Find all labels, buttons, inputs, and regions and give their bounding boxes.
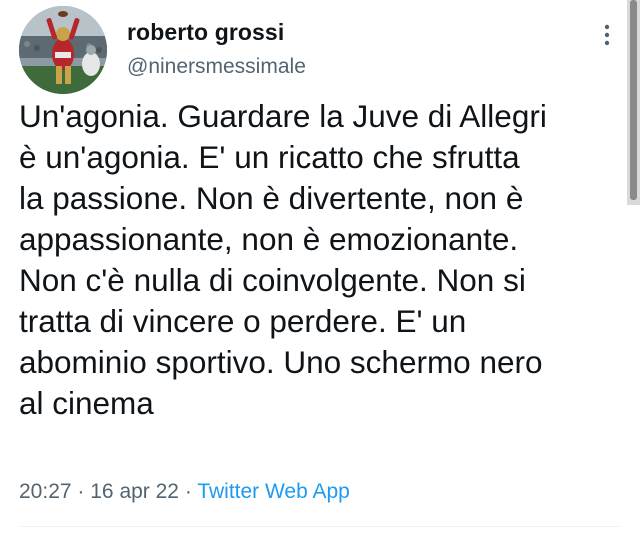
tweet-text-line: la passione. Non è divertente, non è	[19, 180, 524, 216]
avatar[interactable]	[19, 6, 107, 94]
tweet-text-line: Non c'è nulla di coinvolgente. Non si	[19, 262, 526, 298]
tweet-metadata: 20:27 · 16 apr 22 · Twitter Web App	[19, 480, 350, 504]
tweet-timestamp-date[interactable]: 16 apr 22	[90, 480, 179, 503]
tweet-timestamp-time[interactable]: 20:27	[19, 480, 72, 503]
scrollbar[interactable]	[627, 0, 640, 205]
tweet-source-link[interactable]: Twitter Web App	[197, 480, 350, 503]
meta-separator: ·	[184, 480, 192, 503]
football-player-avatar-icon	[19, 6, 107, 94]
meta-separator: ·	[77, 480, 85, 503]
tweet-text-line: è un'agonia. E' un ricatto che sfrutta	[19, 139, 520, 175]
tweet-text-line: tratta di vincere o perdere. E' un	[19, 303, 467, 339]
tweet-text-line: al cinema	[19, 385, 154, 421]
user-handle[interactable]: @ninersmessimale	[127, 55, 306, 79]
more-options-icon[interactable]	[598, 22, 616, 48]
tweet-text-line: appassionante, non è emozionante.	[19, 221, 519, 257]
display-name[interactable]: roberto grossi	[127, 19, 284, 46]
tweet-text: Un'agonia. Guardare la Juve di Allegri è…	[19, 96, 619, 424]
tweet-text-line: abominio sportivo. Uno schermo nero	[19, 344, 543, 380]
tweet-card: roberto grossi @ninersmessimale Un'agoni…	[0, 0, 640, 539]
scrollbar-thumb[interactable]	[630, 0, 637, 200]
divider	[19, 526, 621, 527]
tweet-text-line: Un'agonia. Guardare la Juve di Allegri	[19, 98, 547, 134]
